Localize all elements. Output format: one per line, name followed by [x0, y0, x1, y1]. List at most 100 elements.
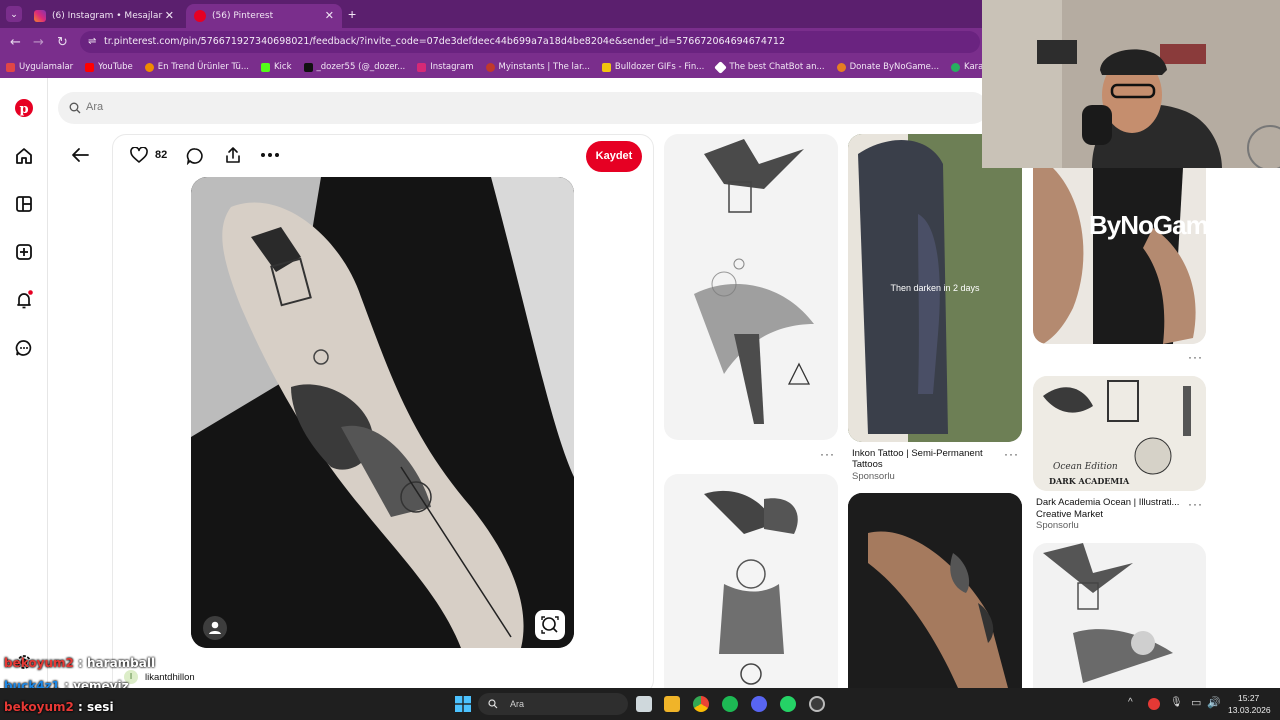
feed-pin-bird-tattoo[interactable]: [1033, 543, 1206, 688]
webcam-overlay: [982, 0, 1280, 168]
microphone-icon[interactable]: 🎙: [1170, 697, 1183, 708]
chat-text: : haramball: [73, 656, 156, 670]
feed-pin-dark-academia[interactable]: Ocean Edition DARK ACADEMIA: [1033, 376, 1206, 491]
obs-icon[interactable]: [809, 696, 825, 712]
bookmark-donate[interactable]: Donate ByNoGame...: [836, 62, 939, 72]
feed-pin-bynogame-arm[interactable]: ByNoGame: [1033, 168, 1206, 344]
back-arrow-icon[interactable]: [70, 146, 90, 164]
tab-label: (6) Instagram • Mesajlar: [52, 11, 163, 21]
check-icon: [951, 62, 961, 72]
close-tab-icon[interactable]: ✕: [325, 9, 334, 22]
bookmark-myinstants[interactable]: Myinstants | The lar...: [485, 62, 590, 72]
pinterest-sidebar: p: [0, 78, 48, 688]
tiktok-icon: [303, 62, 313, 72]
pinterest-icon: [194, 10, 206, 22]
search-bar[interactable]: Ara: [58, 92, 988, 124]
bookmark-trend[interactable]: En Trend Ürünler Tü...: [144, 62, 249, 72]
tab-pinterest[interactable]: (56) Pinterest ✕: [186, 4, 342, 28]
explore-icon[interactable]: [14, 194, 34, 214]
feed-pin-tattoo-sleeve-video[interactable]: Then darken in 2 days: [848, 134, 1022, 442]
url-text: tr.pinterest.com/pin/576671927340698021/…: [104, 36, 785, 47]
forward-icon[interactable]: →: [33, 35, 44, 50]
spotify-icon[interactable]: [722, 696, 738, 712]
pin-more-icon[interactable]: ···: [1188, 350, 1203, 364]
tab-menu-button[interactable]: ⌄: [6, 6, 22, 22]
apps-icon: [6, 62, 15, 72]
sponsored-label: Sponsorlu: [1036, 520, 1079, 531]
more-options-icon[interactable]: [260, 151, 280, 159]
user-avatar-icon[interactable]: [203, 616, 227, 640]
feed-pin-tattoo-design[interactable]: [664, 474, 838, 688]
home-icon[interactable]: [14, 146, 34, 166]
close-tab-icon[interactable]: ✕: [165, 9, 174, 22]
back-icon[interactable]: ←: [10, 35, 21, 50]
task-view-icon[interactable]: [636, 696, 652, 712]
share-icon[interactable]: [224, 146, 242, 164]
new-tab-button[interactable]: +: [348, 6, 356, 22]
bookmark-youtube[interactable]: YouTube: [85, 62, 133, 72]
windows-start-icon[interactable]: [455, 696, 471, 712]
tattoo-arm-image: [191, 177, 574, 648]
author-name[interactable]: likantdhillon: [145, 672, 195, 683]
volume-icon[interactable]: 🔊: [1207, 696, 1221, 709]
gif-icon: [601, 62, 611, 72]
visual-search-button[interactable]: [535, 610, 565, 640]
chat-text: : sesi: [73, 700, 114, 714]
chatbot-icon: [714, 60, 728, 74]
feed-pin-tattoo-sketch[interactable]: [664, 134, 838, 440]
tray-app-icon[interactable]: [1148, 698, 1160, 710]
address-bar[interactable]: ⇌ tr.pinterest.com/pin/57667192734069802…: [80, 31, 980, 53]
discord-icon[interactable]: [751, 696, 767, 712]
network-icon[interactable]: ▭: [1191, 696, 1201, 709]
site-settings-icon[interactable]: ⇌: [88, 31, 96, 53]
creative-market-label[interactable]: Creative Market: [1036, 509, 1103, 520]
pin-more-icon[interactable]: ···: [820, 447, 835, 461]
sponsored-label: Sponsorlu: [852, 471, 895, 482]
bird-tattoo-image: [1043, 543, 1173, 683]
pinterest-logo-icon[interactable]: p: [14, 98, 34, 118]
messages-icon[interactable]: [14, 338, 34, 358]
donate-icon: [836, 62, 846, 72]
pin-more-icon[interactable]: ···: [1004, 447, 1019, 461]
tab-instagram[interactable]: (6) Instagram • Mesajlar ✕: [26, 4, 182, 28]
notifications-icon[interactable]: [14, 290, 34, 310]
arm-photo-image: [1033, 168, 1206, 344]
windows-taskbar: bekoyum2 : sesi Ara ^ 🎙 ▭ 🔊 15:27 13.03.…: [0, 688, 1280, 720]
trend-icon: [144, 62, 154, 72]
pin-image[interactable]: [191, 177, 574, 648]
search-placeholder: Ara: [86, 101, 104, 113]
reload-icon[interactable]: ↻: [57, 35, 68, 50]
chrome-icon[interactable]: [693, 696, 709, 712]
bookmark-bulldozer[interactable]: Bulldozer GIFs - Fin...: [601, 62, 704, 72]
tattoo-sketch-image: [694, 139, 814, 424]
store-icon[interactable]: [664, 696, 680, 712]
bookmark-apps[interactable]: Uygulamalar: [6, 62, 73, 72]
taskbar-search[interactable]: Ara: [478, 693, 628, 715]
bookmark-kick[interactable]: Kick: [260, 62, 292, 72]
myinstants-icon: [485, 62, 495, 72]
comment-icon[interactable]: [186, 147, 204, 165]
tray-chevron-icon[interactable]: ^: [1128, 697, 1133, 708]
bookmark-instagram[interactable]: Instagram: [417, 62, 474, 72]
tab-label: (56) Pinterest: [212, 11, 274, 21]
chat-message: bekoyum2 : haramball: [4, 656, 155, 670]
visual-search-icon: [541, 616, 559, 634]
bookmark-tiktok[interactable]: _dozer55 (@_dozer...: [303, 62, 405, 72]
chat-message: bekoyum2 : sesi: [4, 700, 114, 714]
dark-academia-poster-image: [1033, 376, 1206, 491]
clock-time[interactable]: 15:27: [1238, 693, 1259, 703]
save-button[interactable]: Kaydet: [586, 141, 642, 172]
clock-date[interactable]: 13.03.2026: [1228, 705, 1271, 715]
tattoo-design-image: [704, 490, 798, 685]
pin-more-icon[interactable]: ···: [1188, 497, 1203, 511]
taskbar-search-label: Ara: [510, 699, 525, 709]
heart-icon[interactable]: [130, 147, 148, 164]
create-icon[interactable]: [14, 242, 34, 262]
dark-academia-title[interactable]: Dark Academia Ocean | Illustrati...: [1036, 497, 1179, 508]
feed-pin-forearm-tattoo[interactable]: [848, 493, 1022, 688]
whatsapp-icon[interactable]: [780, 696, 796, 712]
bookmark-chatbot[interactable]: The best ChatBot an...: [714, 60, 825, 74]
instagram-icon: [417, 62, 427, 72]
poster-title: DARK ACADEMIA: [1049, 476, 1130, 486]
inkon-pin-title[interactable]: Inkon Tattoo | Semi-Permanent Tattoos: [852, 448, 1002, 470]
